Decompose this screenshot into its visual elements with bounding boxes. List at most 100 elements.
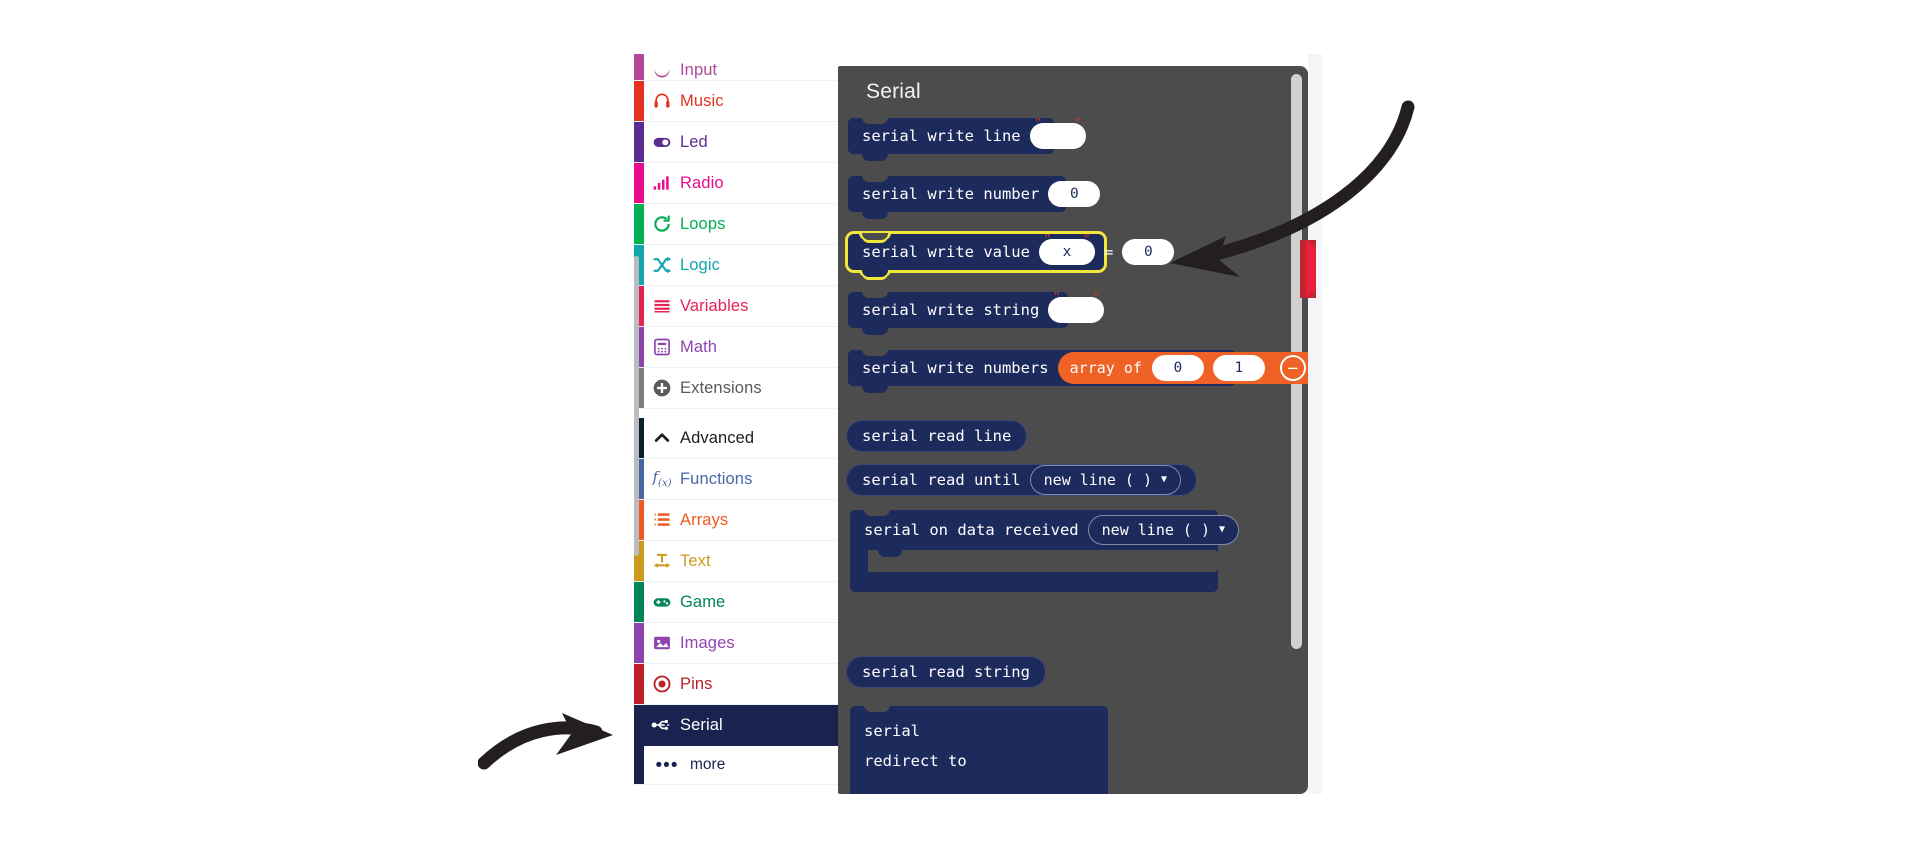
category-color-strip [634, 122, 644, 162]
block-serial-write-value[interactable]: serial write value x = 0 [848, 233, 1175, 277]
category-color-strip [634, 204, 644, 244]
category-color-strip [634, 664, 644, 704]
variables-icon [644, 296, 680, 316]
category-color-strip [634, 582, 644, 622]
block-serial-write-number[interactable]: serial write number 0 [848, 175, 1101, 219]
sidebar-item-label: Arrays [680, 510, 729, 529]
sidebar-item-label: Logic [680, 255, 720, 274]
workspace-right-gutter [1308, 54, 1322, 794]
number-input-field[interactable]: 0 [1048, 181, 1101, 207]
flyout-title: Serial [866, 80, 921, 103]
toolbox-advanced-list: Advanced f(x) Functions Arrays Text Game Image… [634, 418, 839, 746]
radio-icon [644, 173, 680, 193]
equals-operator: = [1103, 243, 1114, 261]
sidebar-item-loops[interactable]: Loops [634, 204, 839, 245]
logic-icon [644, 255, 680, 275]
block-label: serial read until [862, 471, 1021, 489]
dropdown-field[interactable]: new line ( ) ▼ [1029, 465, 1182, 495]
sidebar-item-radio[interactable]: Radio [634, 163, 839, 204]
block-serial-on-data-received[interactable]: serial on data received new line ( ) ▼ [850, 509, 1240, 592]
toolbox-category-list: Input Music Led Radio Loops Logic Variables Mat… [634, 54, 839, 409]
event-block-footer [850, 572, 1218, 592]
sidebar-item-label: Functions [680, 469, 753, 488]
array-item-field[interactable]: 0 [1151, 355, 1204, 381]
category-color-strip [634, 163, 644, 203]
curved-arrow-pointing-right [478, 713, 613, 770]
block-label: serial write string [862, 301, 1040, 319]
event-block-slot[interactable] [868, 550, 1218, 572]
block-label: serial write value [862, 243, 1030, 261]
more-label: more [690, 756, 726, 773]
category-color-strip [634, 54, 644, 80]
block-label: serial write numbers [862, 359, 1049, 377]
sidebar-item-label: Serial [680, 715, 723, 734]
sidebar-item-label: Pins [680, 674, 713, 693]
sidebar-item-label: Text [680, 551, 711, 570]
extensions-icon [644, 378, 680, 398]
serial-flyout-panel: Serial serial write line serial write num… [838, 66, 1308, 794]
sidebar-item-images[interactable]: Images [634, 623, 839, 664]
string-input-field[interactable] [1048, 292, 1105, 323]
number-input-field[interactable]: 0 [1122, 239, 1175, 265]
serial-usb-icon [644, 715, 680, 735]
string-input-field[interactable] [1029, 118, 1086, 149]
block-serial-redirect-to[interactable]: serial redirect to [850, 705, 1108, 794]
block-serial-read-line[interactable]: serial read line [846, 420, 1028, 452]
block-serial-write-string[interactable]: serial write string [848, 291, 1105, 335]
sidebar-item-label: Advanced [680, 428, 755, 447]
text-icon [644, 551, 680, 571]
block-serial-read-string[interactable]: serial read string [846, 656, 1046, 688]
toolbox-section-divider [634, 409, 839, 418]
block-label-line-1: serial [864, 722, 920, 740]
sidebar-item-label: Input [680, 61, 718, 79]
sidebar-item-advanced[interactable]: Advanced [634, 418, 839, 459]
sidebar-item-label: Led [680, 132, 708, 151]
sidebar-item-serial[interactable]: Serial [634, 705, 839, 746]
chevron-up-icon [644, 428, 680, 448]
category-color-strip [634, 705, 644, 745]
dropdown-value: new line ( ) [1101, 521, 1211, 539]
dropdown-field[interactable]: new line ( ) ▼ [1087, 515, 1240, 545]
sidebar-item-math[interactable]: Math [634, 327, 839, 368]
string-input-field[interactable]: x [1038, 234, 1095, 265]
sidebar-item-label: Math [680, 337, 718, 356]
simulator-red-element [1300, 240, 1316, 298]
block-label: serial on data received [864, 521, 1079, 539]
sidebar-item-label: Music [680, 91, 724, 110]
sidebar-item-label: Images [680, 633, 735, 652]
sidebar-item-logic[interactable]: Logic [634, 245, 839, 286]
pins-icon [644, 674, 680, 694]
arrays-icon [644, 510, 680, 530]
dropdown-value: new line ( ) [1043, 471, 1153, 489]
game-icon [644, 592, 680, 612]
array-of-block[interactable]: array of01−+ [1057, 352, 1308, 384]
input-icon [644, 60, 680, 80]
block-serial-read-until[interactable]: serial read until new line ( ) ▼ [846, 464, 1198, 496]
sidebar-item-pins[interactable]: Pins [634, 664, 839, 705]
sidebar-item-label: Variables [680, 296, 749, 315]
array-item-field[interactable]: 1 [1212, 355, 1265, 381]
sidebar-item-label: Loops [680, 214, 726, 233]
sidebar-item-game[interactable]: Game [634, 582, 839, 623]
sidebar-item-variables[interactable]: Variables [634, 286, 839, 327]
sidebar-item-label: Radio [680, 173, 724, 192]
sidebar-item-led[interactable]: Led [634, 122, 839, 163]
sidebar-item-input[interactable]: Input [634, 54, 839, 81]
toolbox-scrollbar[interactable] [634, 256, 639, 556]
ellipsis-icon: ••• [655, 754, 679, 776]
blockly-toolbox: Input Music Led Radio Loops Logic Variables Mat… [634, 54, 839, 794]
sidebar-item-functions[interactable]: f(x) Functions [634, 459, 839, 500]
sidebar-item-extensions[interactable]: Extensions [634, 368, 839, 409]
event-block-header: serial on data received new line ( ) ▼ [850, 510, 1240, 550]
sidebar-item-label: Extensions [680, 378, 762, 397]
led-icon [644, 132, 680, 152]
remove-item-icon[interactable]: − [1279, 355, 1306, 381]
math-icon [644, 337, 680, 357]
toolbox-more-button[interactable]: ••• more [634, 746, 839, 785]
block-serial-write-numbers[interactable]: serial write numbers array of01−+ [848, 349, 1308, 393]
sidebar-item-arrays[interactable]: Arrays [634, 500, 839, 541]
images-icon [644, 633, 680, 653]
block-serial-write-line[interactable]: serial write line [848, 117, 1086, 161]
sidebar-item-text[interactable]: Text [634, 541, 839, 582]
sidebar-item-music[interactable]: Music [634, 81, 839, 122]
